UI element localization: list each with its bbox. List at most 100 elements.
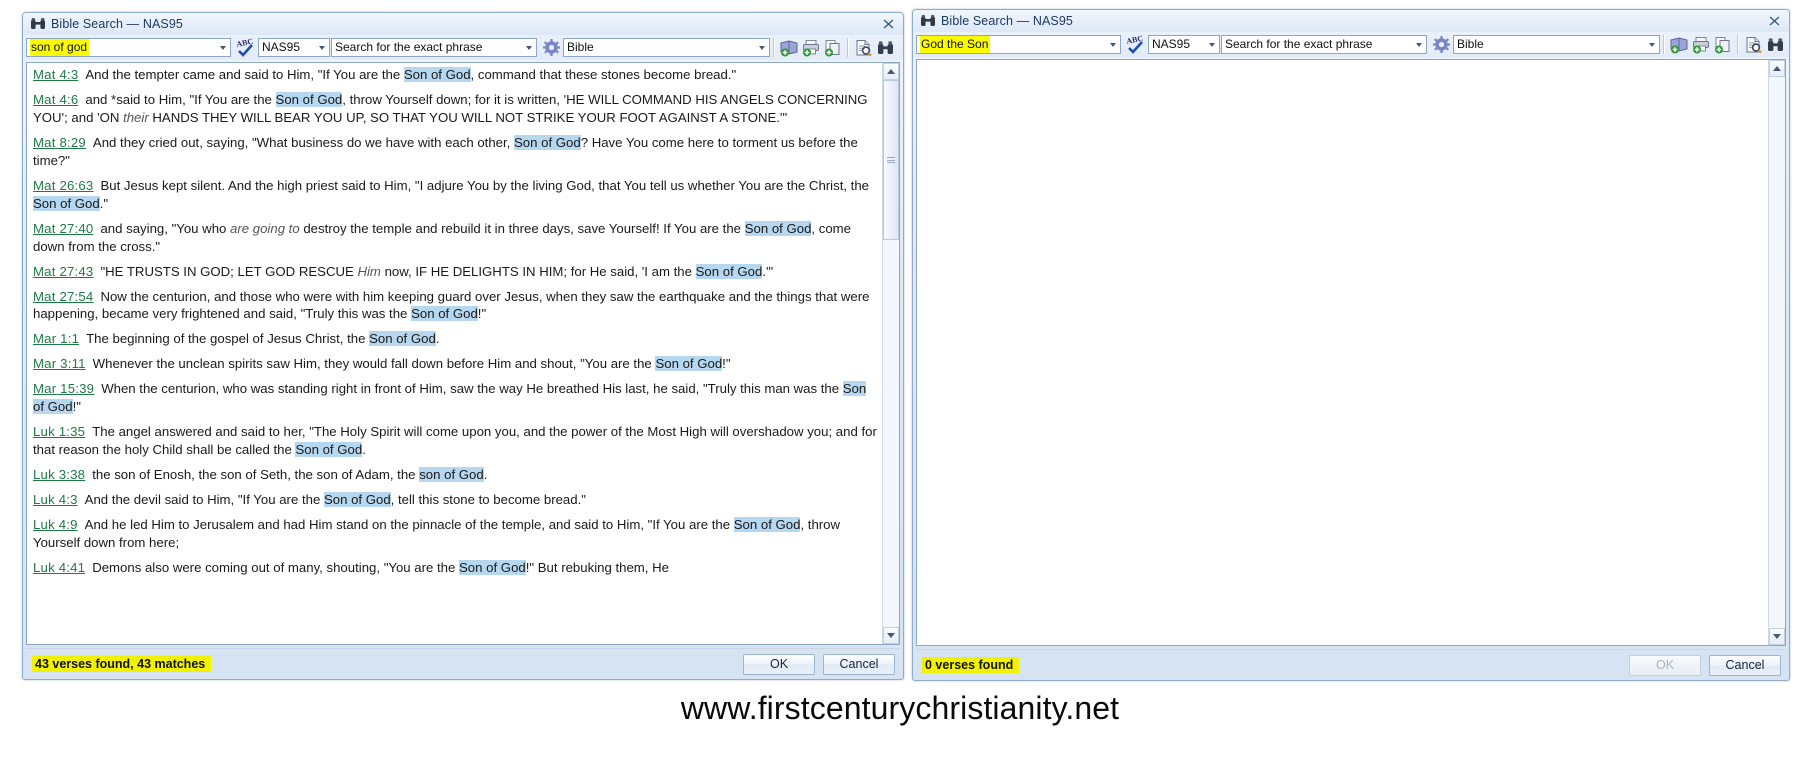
version-dropdown-arrow-right[interactable] — [1204, 36, 1219, 53]
document-search-icon — [1744, 36, 1763, 54]
verse-reference-link[interactable]: Mar 3:11 — [33, 356, 86, 371]
results-scrollbar-left[interactable] — [882, 63, 899, 644]
verse-item[interactable]: Luk 4:3And the devil said to Him, "If Yo… — [33, 491, 878, 509]
search-query-value-left: son of god — [30, 39, 89, 56]
search-range-value-left: Bible — [567, 39, 754, 56]
verse-item[interactable]: Mat 4:6and *said to Him, "If You are the… — [33, 91, 878, 127]
spellcheck-button-right[interactable]: ABC — [1123, 34, 1147, 55]
verse-item[interactable]: Mat 27:54Now the centurion, and those wh… — [33, 288, 878, 324]
verse-item[interactable]: Mat 27:43"HE TRUSTS IN GOD; LET GOD RESC… — [33, 263, 878, 281]
verse-reference-link[interactable]: Mat 27:40 — [33, 221, 93, 236]
search-match-highlight: son of God — [419, 467, 484, 482]
search-mode-select-right[interactable]: Search for the exact phrase — [1221, 35, 1427, 54]
verse-reference-link[interactable]: Luk 4:9 — [33, 517, 78, 532]
spellcheck-button-left[interactable]: ABC — [233, 37, 257, 58]
copy-add-icon — [1714, 36, 1733, 54]
verse-reference-link[interactable]: Mat 4:3 — [33, 67, 78, 82]
window-title-left: Bible Search — NAS95 — [51, 17, 183, 31]
print-add-button-left[interactable] — [800, 37, 822, 58]
verse-item[interactable]: Luk 4:41Demons also were coming out of m… — [33, 559, 878, 577]
version-dropdown-arrow-left[interactable] — [314, 39, 329, 56]
close-icon[interactable] — [1766, 13, 1783, 28]
search-toolbar-left: son of god ABC NAS95 Search for the exac… — [23, 35, 903, 60]
verse-reference-link[interactable]: Mat 8:29 — [33, 135, 86, 150]
find-button-right[interactable] — [1764, 34, 1786, 55]
scroll-down-button-left[interactable] — [883, 627, 899, 644]
verse-reference-link[interactable]: Luk 4:41 — [33, 560, 85, 575]
verse-item[interactable]: Mar 15:39When the centurion, who was sta… — [33, 380, 878, 416]
verse-reference-link[interactable]: Luk 1:35 — [33, 424, 85, 439]
bible-version-select-right[interactable]: NAS95 — [1148, 35, 1220, 54]
verse-item[interactable]: Mar 3:11Whenever the unclean spirits saw… — [33, 355, 878, 373]
verse-reference-link[interactable]: Luk 3:38 — [33, 467, 85, 482]
scroll-track-right[interactable] — [1769, 77, 1785, 628]
search-options-button-left[interactable] — [540, 37, 562, 58]
verse-item[interactable]: Mat 26:63 But Jesus kept silent. And the … — [33, 177, 878, 213]
search-document-button-right[interactable] — [1742, 34, 1764, 55]
verse-text: , tell this stone to become bread." — [391, 492, 586, 507]
verse-text: But Jesus kept silent. And the high prie… — [100, 178, 869, 193]
title-bar-left[interactable]: Bible Search — NAS95 — [23, 13, 903, 35]
verse-reference-link[interactable]: Mat 4:6 — [33, 92, 78, 107]
status-badge-right: 0 verses found — [922, 657, 1019, 673]
results-scrollbar-right[interactable] — [1768, 60, 1785, 645]
ok-button-right[interactable]: OK — [1629, 655, 1701, 676]
verse-item[interactable]: Mar 1:1The beginning of the gospel of Je… — [33, 330, 878, 348]
bible-version-select-left[interactable]: NAS95 — [258, 38, 330, 57]
range-dropdown-arrow-right[interactable] — [1644, 36, 1659, 53]
verse-text: !" — [722, 356, 730, 371]
scroll-thumb-left[interactable] — [883, 80, 899, 240]
cancel-button-right[interactable]: Cancel — [1709, 655, 1781, 676]
scroll-track-left[interactable] — [883, 80, 899, 627]
verse-text: destroy the temple and rebuild it in thr… — [300, 221, 745, 236]
search-query-input-right[interactable]: God the Son — [916, 35, 1121, 54]
verse-item[interactable]: Mat 4:3And the tempter came and said to … — [33, 66, 878, 84]
ok-button-left[interactable]: OK — [743, 654, 815, 675]
verse-item[interactable]: Mat 27:40and saying, "You who are going … — [33, 220, 878, 256]
toolbar-separator — [847, 38, 849, 57]
mode-dropdown-arrow-right[interactable] — [1411, 36, 1426, 53]
close-icon[interactable] — [880, 16, 897, 31]
verse-reference-link[interactable]: Mat 27:54 — [33, 289, 93, 304]
search-options-button-right[interactable] — [1430, 34, 1452, 55]
search-document-button-left[interactable] — [852, 37, 874, 58]
verse-text: And they cried out, saying, "What busine… — [93, 135, 514, 150]
verse-reference-link[interactable]: Mat 27:43 — [33, 264, 93, 279]
print-add-button-right[interactable] — [1690, 34, 1712, 55]
search-range-select-right[interactable]: Bible — [1453, 35, 1660, 54]
italic-text: their — [123, 110, 149, 125]
add-book-button-right[interactable] — [1668, 34, 1690, 55]
search-match-highlight: Son of God — [514, 135, 581, 150]
find-button-left[interactable] — [874, 37, 896, 58]
verse-item[interactable]: Luk 4:9And he led Him to Jerusalem and h… — [33, 516, 878, 552]
copy-add-button-left[interactable] — [822, 37, 844, 58]
search-results-pane-left: Mat 4:3And the tempter came and said to … — [26, 62, 900, 645]
verse-text: ." — [100, 196, 108, 211]
verse-list-right[interactable] — [917, 60, 1768, 645]
query-dropdown-arrow-right[interactable] — [1105, 36, 1120, 53]
search-query-input-left[interactable]: son of god — [26, 38, 231, 57]
cancel-button-left[interactable]: Cancel — [823, 654, 895, 675]
verse-reference-link[interactable]: Luk 4:3 — [33, 492, 78, 507]
search-range-select-left[interactable]: Bible — [563, 38, 770, 57]
verse-reference-link[interactable]: Mar 15:39 — [33, 381, 94, 396]
mode-dropdown-arrow-left[interactable] — [521, 39, 536, 56]
verse-item[interactable]: Mat 8:29 And they cried out, saying, "Wha… — [33, 134, 878, 170]
search-mode-select-left[interactable]: Search for the exact phrase — [331, 38, 537, 57]
range-dropdown-arrow-left[interactable] — [754, 39, 769, 56]
verse-reference-link[interactable]: Mar 1:1 — [33, 331, 79, 346]
add-book-button-left[interactable] — [778, 37, 800, 58]
query-dropdown-arrow-left[interactable] — [215, 39, 230, 56]
scroll-up-button-left[interactable] — [883, 63, 899, 80]
italic-text: Him — [357, 264, 380, 279]
copy-add-button-right[interactable] — [1712, 34, 1734, 55]
verse-item[interactable]: Luk 1:35The angel answered and said to h… — [33, 423, 878, 459]
binoculars-icon — [876, 39, 895, 57]
verse-item[interactable]: Luk 3:38the son of Enosh, the son of Set… — [33, 466, 878, 484]
scroll-down-button-right[interactable] — [1769, 628, 1785, 645]
verse-list-left[interactable]: Mat 4:3And the tempter came and said to … — [27, 63, 882, 644]
verse-reference-link[interactable]: Mat 26:63 — [33, 178, 93, 193]
search-match-highlight: Son of God — [696, 264, 763, 279]
title-bar-right[interactable]: Bible Search — NAS95 — [913, 10, 1789, 32]
scroll-up-button-right[interactable] — [1769, 60, 1785, 77]
